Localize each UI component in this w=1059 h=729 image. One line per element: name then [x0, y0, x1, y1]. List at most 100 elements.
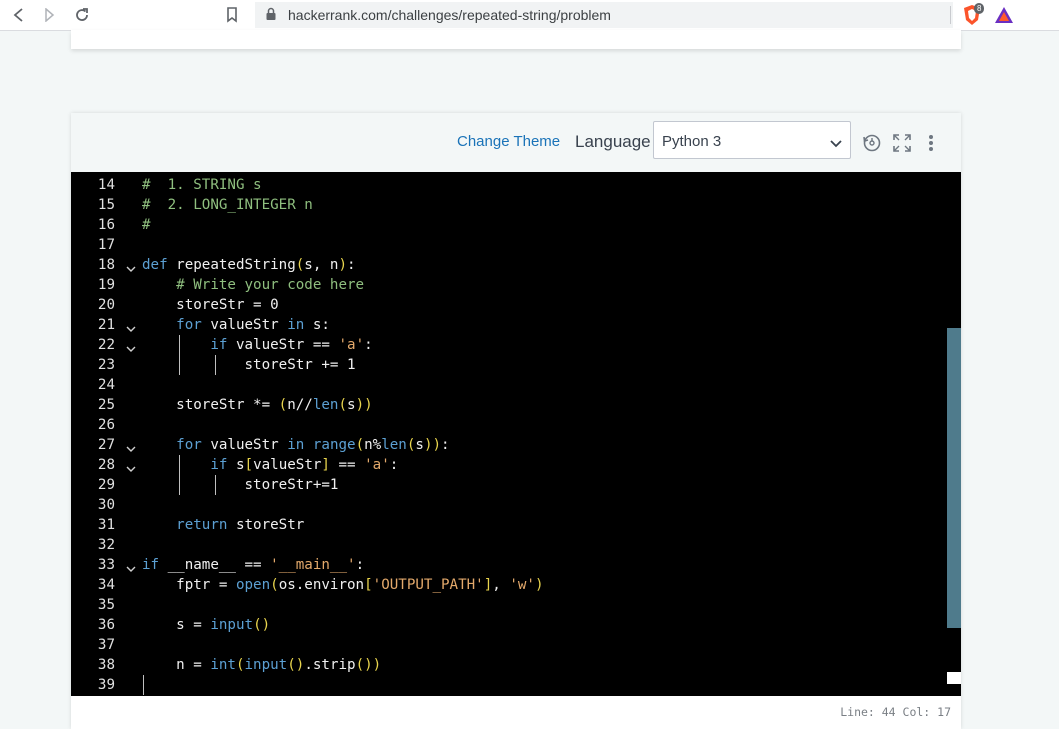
- code-line[interactable]: 24: [71, 375, 947, 395]
- code-editor-panel: Change Theme Language Python 3 14 # 1. ST…: [71, 113, 961, 729]
- code-text: # 2. LONG_INTEGER n: [142, 197, 313, 213]
- restore-code-icon[interactable]: [862, 133, 882, 153]
- indent-guide: [214, 355, 216, 375]
- code-text: for valueStr in range(n%len(s)):: [176, 437, 450, 453]
- indent-guide: [178, 455, 180, 495]
- code-line[interactable]: 39: [71, 675, 947, 695]
- line-number: 14: [97, 177, 115, 193]
- more-options-icon[interactable]: [921, 133, 941, 153]
- code-text: if __name__ == '__main__':: [142, 557, 365, 573]
- back-icon[interactable]: [8, 4, 30, 26]
- line-number: 37: [97, 637, 115, 653]
- line-number: 35: [97, 597, 115, 613]
- code-text: for valueStr in s:: [176, 317, 330, 333]
- code-line[interactable]: 34 fptr = open(os.environ['OUTPUT_PATH']…: [71, 575, 947, 595]
- cursor-position-status: Line: 44 Col: 17: [840, 705, 951, 719]
- code-line[interactable]: 33 if __name__ == '__main__':: [71, 555, 947, 575]
- code-text: storeStr += 1: [142, 357, 356, 373]
- line-number: 26: [97, 417, 115, 433]
- code-line[interactable]: 32: [71, 535, 947, 555]
- line-number: 36: [97, 617, 115, 633]
- code-line[interactable]: 18 def repeatedString(s, n):: [71, 255, 947, 275]
- line-number: 17: [97, 237, 115, 253]
- code-line[interactable]: 15 # 2. LONG_INTEGER n: [71, 195, 947, 215]
- code-text: if s[valueStr] == 'a':: [210, 457, 399, 473]
- line-number: 33: [97, 557, 115, 573]
- code-line[interactable]: 29 storeStr+=1: [71, 475, 947, 495]
- code-text: return storeStr: [176, 517, 305, 533]
- code-line[interactable]: 16 #: [71, 215, 947, 235]
- code-line[interactable]: 36 s = input(): [71, 615, 947, 635]
- line-number: 24: [97, 377, 115, 393]
- scrollbar-corner: [947, 672, 961, 684]
- bookmark-icon[interactable]: [221, 4, 243, 26]
- editor-scrollbar-thumb[interactable]: [947, 328, 961, 628]
- indent-guide: [178, 335, 180, 375]
- editor-header: Change Theme Language Python 3: [71, 113, 961, 173]
- code-line[interactable]: 19 # Write your code here: [71, 275, 947, 295]
- code-line[interactable]: 21 for valueStr in s:: [71, 315, 947, 335]
- code-line[interactable]: 38 n = int(input().strip()): [71, 655, 947, 675]
- line-number: 25: [97, 397, 115, 413]
- line-number: 29: [97, 477, 115, 493]
- code-line[interactable]: 14 # 1. STRING s: [71, 175, 947, 195]
- code-text: #: [142, 217, 151, 233]
- code-editor[interactable]: 14 # 1. STRING s 15 # 2. LONG_INTEGER n 16 #1…: [71, 172, 961, 696]
- code-text: n = int(input().strip()): [142, 657, 382, 673]
- line-number: 32: [97, 537, 115, 553]
- code-line[interactable]: 26: [71, 415, 947, 435]
- line-number: 39: [97, 677, 115, 693]
- url-text[interactable]: hackerrank.com/challenges/repeated-strin…: [288, 7, 611, 23]
- code-text: fptr = open(os.environ['OUTPUT_PATH'], '…: [142, 577, 544, 593]
- code-line[interactable]: 27 for valueStr in range(n%len(s)):: [71, 435, 947, 455]
- code-line[interactable]: 17: [71, 235, 947, 255]
- language-label: Language: [575, 132, 651, 151]
- indent-guide: [143, 675, 144, 695]
- language-value: Python 3: [662, 133, 722, 150]
- brave-shield-icon[interactable]: 8: [960, 3, 985, 27]
- brave-badge: 8: [974, 3, 985, 14]
- code-text: storeStr = 0: [142, 297, 279, 313]
- problem-card: [71, 30, 961, 49]
- line-number: 28: [97, 457, 115, 473]
- language-select[interactable]: Python 3: [653, 121, 851, 159]
- line-number: 20: [97, 297, 115, 313]
- code-text: storeStr *= (n//len(s)): [142, 397, 373, 413]
- code-line[interactable]: 37: [71, 635, 947, 655]
- toolbar-divider: [950, 6, 951, 24]
- code-text: if valueStr == 'a':: [210, 337, 373, 353]
- fullscreen-icon[interactable]: [892, 133, 912, 153]
- lock-icon[interactable]: [263, 5, 279, 23]
- code-line[interactable]: 25 storeStr *= (n//len(s)): [71, 395, 947, 415]
- code-line[interactable]: 23 storeStr += 1: [71, 355, 947, 375]
- brave-rewards-icon[interactable]: [993, 4, 1015, 26]
- line-number: 18: [97, 257, 115, 273]
- line-number: 30: [97, 497, 115, 513]
- reload-icon[interactable]: [71, 4, 93, 26]
- line-number: 23: [97, 357, 115, 373]
- code-text: # 1. STRING s: [142, 177, 262, 193]
- chevron-down-icon: [830, 135, 842, 153]
- line-number: 16: [97, 217, 115, 233]
- change-theme-link[interactable]: Change Theme: [457, 133, 560, 150]
- code-line[interactable]: 20 storeStr = 0: [71, 295, 947, 315]
- forward-icon[interactable]: [38, 4, 60, 26]
- code-text: storeStr+=1: [142, 477, 339, 493]
- line-number: 22: [97, 337, 115, 353]
- line-number: 19: [97, 277, 115, 293]
- line-number: 21: [97, 317, 115, 333]
- line-number: 27: [97, 437, 115, 453]
- line-number: 34: [97, 577, 115, 593]
- code-text: # Write your code here: [142, 277, 365, 293]
- code-line[interactable]: 35: [71, 595, 947, 615]
- line-number: 31: [97, 517, 115, 533]
- browser-toolbar: hackerrank.com/challenges/repeated-strin…: [0, 0, 1059, 31]
- code-text: s = input(): [142, 617, 271, 633]
- code-line[interactable]: 31 return storeStr: [71, 515, 947, 535]
- code-text: def repeatedString(s, n):: [142, 257, 356, 273]
- code-line[interactable]: 22 if valueStr == 'a':: [71, 335, 947, 355]
- code-line[interactable]: 30: [71, 495, 947, 515]
- line-number: 15: [97, 197, 115, 213]
- indent-guide: [214, 475, 216, 495]
- code-line[interactable]: 28 if s[valueStr] == 'a':: [71, 455, 947, 475]
